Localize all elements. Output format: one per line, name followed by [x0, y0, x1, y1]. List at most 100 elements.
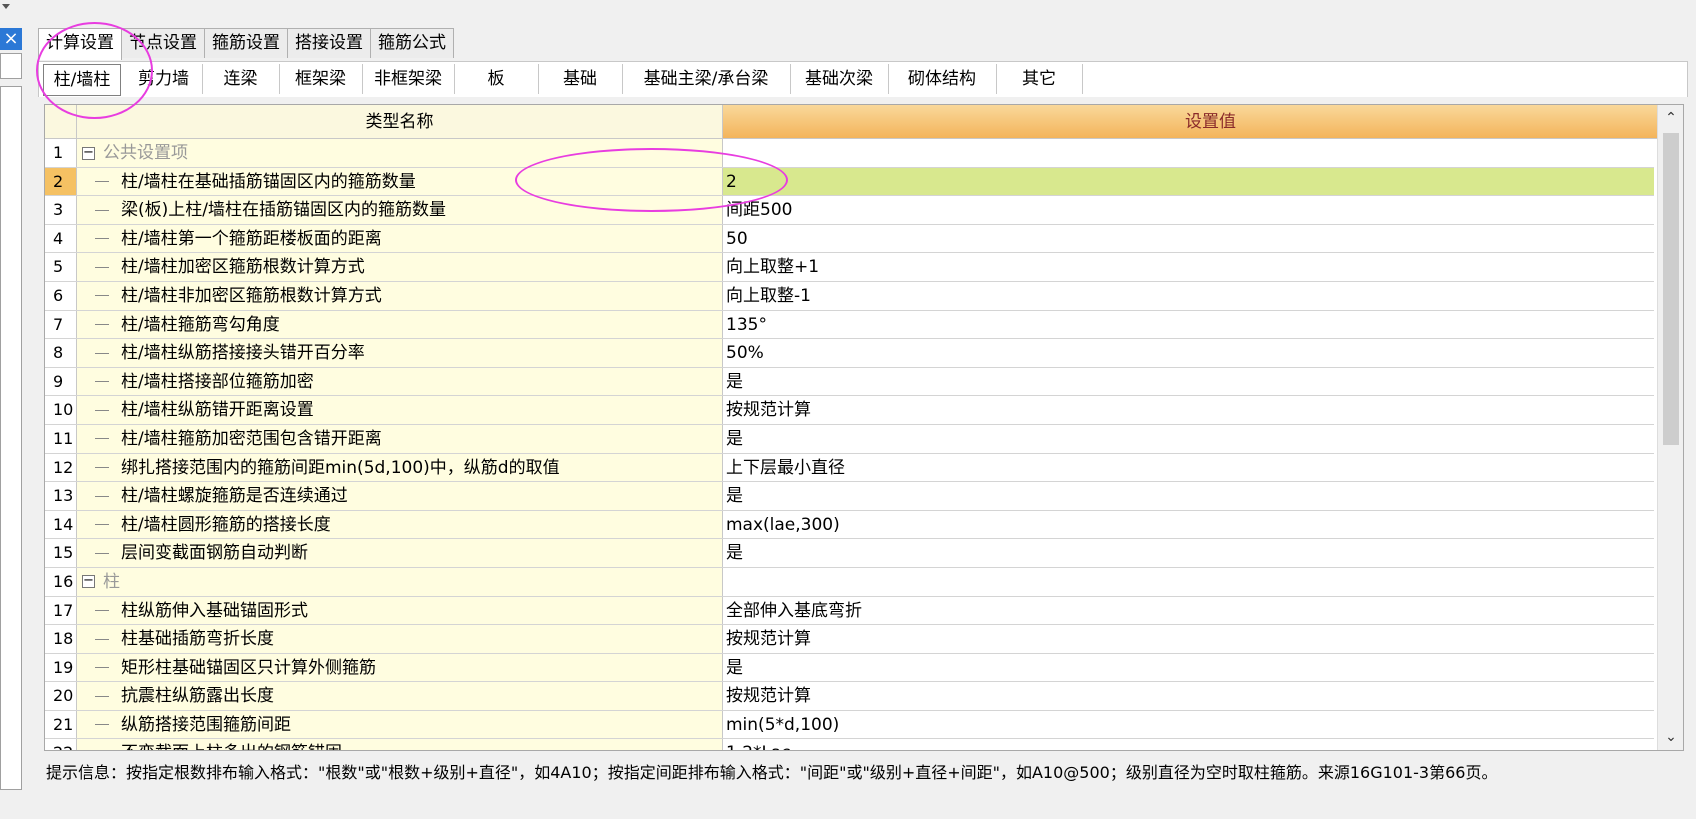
tab-calc-settings[interactable]: 计算设置 — [38, 28, 122, 60]
row-number: 7 — [45, 310, 77, 339]
header-type-name[interactable]: 类型名称 — [77, 105, 723, 139]
row-type-name[interactable]: − 柱 — [77, 567, 723, 596]
row-type-name[interactable]: 抗震柱纵筋露出长度 — [77, 682, 723, 710]
subtab-foundation-main-beam[interactable]: 基础主梁/承台梁 — [622, 64, 791, 94]
subtab-coupling-beam[interactable]: 连梁 — [202, 64, 280, 94]
subtab-other[interactable]: 其它 — [996, 64, 1083, 94]
row-type-name[interactable]: 柱/墙柱螺旋箍筋是否连续通过 — [77, 482, 723, 510]
row-value-cell[interactable]: 按规范计算 — [723, 682, 1654, 710]
row-value-cell[interactable]: min(5*d,100) — [723, 711, 1654, 739]
row-type-name[interactable]: 柱/墙柱纵筋错开距离设置 — [77, 396, 723, 424]
table-row[interactable]: 8 柱/墙柱纵筋搭接接头错开百分率 50% — [45, 339, 1654, 368]
vertical-scrollbar[interactable]: ⌃ ⌄ — [1657, 105, 1683, 750]
row-value-cell[interactable]: max(lae,300) — [723, 511, 1654, 539]
table-row[interactable]: 9 柱/墙柱搭接部位箍筋加密 是 — [45, 367, 1654, 397]
row-type-name[interactable]: 柱纵筋伸入基础锚固形式 — [77, 596, 723, 625]
row-value-cell[interactable]: 间距500 — [723, 196, 1654, 224]
row-value-cell[interactable]: 50 — [723, 225, 1654, 253]
row-type-name[interactable]: 柱/墙柱加密区箍筋根数计算方式 — [77, 253, 723, 281]
row-value-cell[interactable]: 上下层最小直径 — [723, 454, 1654, 482]
row-value-cell[interactable]: 50% — [723, 339, 1654, 367]
header-setting-value[interactable]: 设置值 — [723, 105, 1683, 139]
row-type-name[interactable]: 层间变截面钢筋自动判断 — [77, 539, 723, 567]
row-type-name[interactable]: 柱/墙柱搭接部位箍筋加密 — [77, 367, 723, 396]
table-row[interactable]: 22 不变截面上柱多出的钢筋锚固 1.2*Lae — [45, 739, 1654, 750]
row-value-cell[interactable]: 是 — [723, 425, 1654, 453]
row-type-name[interactable]: 柱/墙柱非加密区箍筋根数计算方式 — [77, 281, 723, 310]
row-value-cell[interactable]: 2 — [723, 167, 1654, 196]
row-type-name[interactable]: − 公共设置项 — [77, 139, 723, 167]
row-value-cell[interactable]: 是 — [723, 368, 1654, 396]
table-row[interactable]: 16− 柱 — [45, 567, 1654, 597]
tree-line-icon — [95, 524, 109, 526]
row-type-name[interactable]: 柱基础插筋弯折长度 — [77, 625, 723, 653]
scroll-thumb[interactable] — [1663, 133, 1679, 445]
table-row[interactable]: 13 柱/墙柱螺旋箍筋是否连续通过 是 — [45, 482, 1654, 511]
row-type-name[interactable]: 柱/墙柱纵筋搭接接头错开百分率 — [77, 339, 723, 367]
tab-lap-settings[interactable]: 搭接设置 — [287, 28, 371, 58]
row-type-name[interactable]: 绑扎搭接范围内的箍筋间距min(5d,100)中，纵筋d的取值 — [77, 453, 723, 482]
collapse-icon[interactable]: − — [82, 574, 95, 589]
row-type-name[interactable]: 纵筋搭接范围箍筋间距 — [77, 710, 723, 739]
row-value-cell[interactable]: 全部伸入基底弯折 — [723, 597, 1654, 625]
table-row[interactable]: 18 柱基础插筋弯折长度 按规范计算 — [45, 625, 1654, 654]
table-row[interactable]: 7 柱/墙柱箍筋弯勾角度 135° — [45, 310, 1654, 340]
left-input-box[interactable] — [0, 53, 22, 79]
subtab-masonry[interactable]: 砌体结构 — [888, 64, 997, 94]
table-row[interactable]: 20 抗震柱纵筋露出长度 按规范计算 — [45, 682, 1654, 711]
row-value-cell[interactable] — [723, 139, 1654, 167]
row-type-name[interactable]: 梁(板)上柱/墙柱在插筋锚固区内的箍筋数量 — [77, 196, 723, 224]
sub-tab-bar: 柱/墙柱 剪力墙 连梁 框架梁 非框架梁 板 基础 基础主梁/承台梁 基础次梁 … — [38, 61, 1688, 97]
row-value-cell[interactable]: 是 — [723, 654, 1654, 682]
row-type-name[interactable]: 矩形柱基础锚固区只计算外侧箍筋 — [77, 653, 723, 682]
row-value-cell[interactable]: 135° — [723, 311, 1654, 339]
row-type-name[interactable]: 柱/墙柱箍筋加密范围包含错开距离 — [77, 424, 723, 453]
row-type-name[interactable]: 柱/墙柱在基础插筋锚固区内的箍筋数量 — [77, 167, 723, 196]
row-type-name[interactable]: 柱/墙柱第一个箍筋距楼板面的距离 — [77, 224, 723, 253]
row-number: 11 — [45, 424, 77, 453]
row-type-name[interactable]: 不变截面上柱多出的钢筋锚固 — [77, 739, 723, 750]
subtab-slab[interactable]: 板 — [454, 64, 539, 94]
table-row[interactable]: 12 绑扎搭接范围内的箍筋间距min(5d,100)中，纵筋d的取值 上下层最小直径 — [45, 453, 1654, 483]
table-row[interactable]: 1− 公共设置项 — [45, 139, 1654, 168]
table-row[interactable]: 5 柱/墙柱加密区箍筋根数计算方式 向上取整+1 — [45, 253, 1654, 282]
table-row[interactable]: 21 纵筋搭接范围箍筋间距 min(5*d,100) — [45, 710, 1654, 740]
dropdown-arrow-icon[interactable] — [2, 4, 10, 9]
table-row[interactable]: 15 层间变截面钢筋自动判断 是 — [45, 539, 1654, 568]
collapse-icon[interactable]: − — [82, 146, 95, 160]
table-row[interactable]: 10 柱/墙柱纵筋错开距离设置 按规范计算 — [45, 396, 1654, 425]
row-value-cell[interactable]: 是 — [723, 482, 1654, 510]
table-row[interactable]: 6 柱/墙柱非加密区箍筋根数计算方式 向上取整-1 — [45, 281, 1654, 311]
subtab-frame-beam[interactable]: 框架梁 — [279, 64, 363, 94]
tab-node-settings[interactable]: 节点设置 — [121, 28, 205, 58]
table-row[interactable]: 2 柱/墙柱在基础插筋锚固区内的箍筋数量 2 — [45, 167, 1654, 197]
scroll-up-icon[interactable]: ⌃ — [1658, 107, 1683, 129]
subtab-foundation-secondary-beam[interactable]: 基础次梁 — [790, 64, 889, 94]
scroll-down-icon[interactable]: ⌄ — [1658, 726, 1683, 748]
tab-stirrup-formula[interactable]: 箍筋公式 — [370, 28, 454, 58]
table-row[interactable]: 19 矩形柱基础锚固区只计算外侧箍筋 是 — [45, 653, 1654, 683]
row-label: 柱/墙柱螺旋箍筋是否连续通过 — [121, 486, 348, 507]
table-row[interactable]: 17 柱纵筋伸入基础锚固形式 全部伸入基底弯折 — [45, 596, 1654, 626]
row-value-cell[interactable]: 向上取整+1 — [723, 253, 1654, 281]
tab-stirrup-settings[interactable]: 箍筋设置 — [204, 28, 288, 58]
row-value-cell[interactable]: 按规范计算 — [723, 396, 1654, 424]
row-type-name[interactable]: 柱/墙柱圆形箍筋的搭接长度 — [77, 510, 723, 539]
row-value-cell[interactable]: 是 — [723, 539, 1654, 567]
close-icon[interactable]: × — [0, 28, 22, 50]
left-list-box[interactable] — [0, 86, 22, 790]
row-type-name[interactable]: 柱/墙柱箍筋弯勾角度 — [77, 310, 723, 339]
subtab-non-frame-beam[interactable]: 非框架梁 — [362, 64, 455, 94]
subtab-foundation[interactable]: 基础 — [538, 64, 623, 94]
table-row[interactable]: 11 柱/墙柱箍筋加密范围包含错开距离 是 — [45, 424, 1654, 454]
row-value-cell[interactable]: 按规范计算 — [723, 625, 1654, 653]
table-row[interactable]: 4 柱/墙柱第一个箍筋距楼板面的距离 50 — [45, 224, 1654, 254]
table-row[interactable]: 3 梁(板)上柱/墙柱在插筋锚固区内的箍筋数量 间距500 — [45, 196, 1654, 225]
table-row[interactable]: 14 柱/墙柱圆形箍筋的搭接长度 max(lae,300) — [45, 510, 1654, 540]
subtab-column[interactable]: 柱/墙柱 — [43, 64, 121, 96]
subtab-shear-wall[interactable]: 剪力墙 — [125, 64, 203, 94]
row-number: 21 — [45, 710, 77, 739]
row-value-cell[interactable] — [723, 568, 1654, 596]
row-value-cell[interactable]: 1.2*Lae — [723, 739, 1654, 750]
row-value-cell[interactable]: 向上取整-1 — [723, 282, 1654, 310]
